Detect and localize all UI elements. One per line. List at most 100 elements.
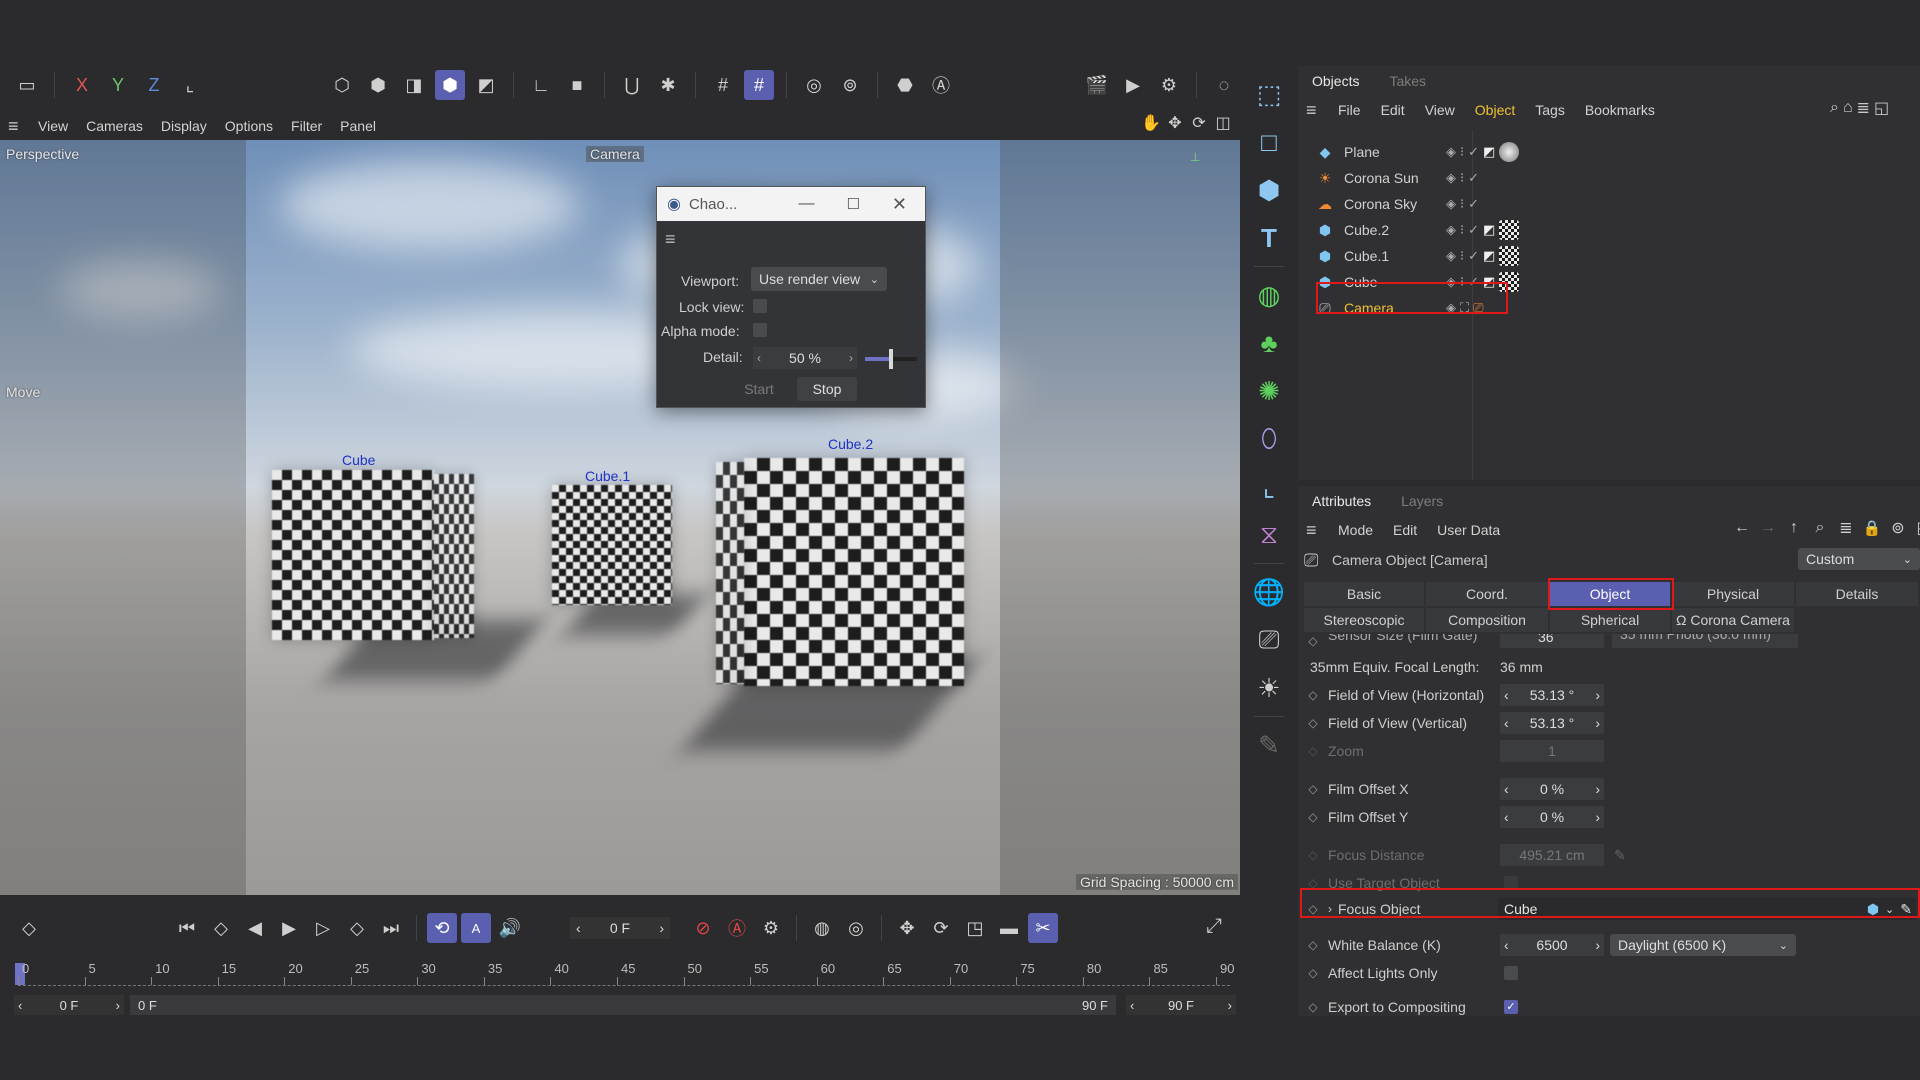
snap-settings-icon[interactable]: ✱ xyxy=(653,70,683,100)
increment-icon[interactable]: › xyxy=(659,920,664,936)
select-tool-icon[interactable]: ⬚ xyxy=(1249,74,1289,114)
parameter-key-icon[interactable]: ▬ xyxy=(994,913,1024,943)
rotate-view-icon[interactable]: ⟳ xyxy=(1188,112,1210,134)
keyframe-diamond-icon[interactable]: ◇ xyxy=(1298,966,1328,980)
environment-icon[interactable]: 🌐 xyxy=(1249,572,1289,612)
menu-view[interactable]: View xyxy=(38,118,68,134)
enabled-check-icon[interactable]: ✓ xyxy=(1468,248,1479,264)
previous-key-icon[interactable]: ◇ xyxy=(206,913,236,943)
filter-icon[interactable]: ≣ xyxy=(1857,98,1870,118)
menu-edit[interactable]: Edit xyxy=(1393,522,1417,538)
pan-icon[interactable]: ✋ xyxy=(1140,112,1162,134)
decrement-icon[interactable]: ‹ xyxy=(1504,809,1509,825)
phong-tag-icon[interactable]: ◩ xyxy=(1483,222,1495,238)
material-tag-icon[interactable] xyxy=(1499,142,1520,162)
move-view-icon[interactable]: ✥ xyxy=(1164,112,1186,134)
menu-edit[interactable]: Edit xyxy=(1381,102,1405,118)
timeline-graph-icon[interactable]: ⤢ xyxy=(1206,915,1222,938)
increment-icon[interactable]: › xyxy=(116,998,120,1013)
menu-filter[interactable]: Filter xyxy=(291,118,322,134)
cube-mesh[interactable] xyxy=(272,470,434,640)
layer-icon[interactable]: ◈ xyxy=(1446,144,1456,160)
filter-icon[interactable]: ≣ xyxy=(1834,516,1858,540)
minimize-icon[interactable]: — xyxy=(798,195,814,213)
decrement-icon[interactable]: ‹ xyxy=(18,998,22,1013)
3d-viewport[interactable]: Cube Cube.1 Cube.2 Perspective Camera Mo… xyxy=(0,140,1240,895)
alpha-mode-checkbox[interactable] xyxy=(753,323,767,337)
next-key-icon[interactable]: ◇ xyxy=(342,913,372,943)
sensor-size-field[interactable]: 36 xyxy=(1500,634,1604,648)
phong-tag-icon[interactable]: ◩ xyxy=(1483,248,1495,264)
object-row-plane[interactable]: ◆ Plane ◈ ⁝ ✓ ◩ xyxy=(1316,140,1520,164)
decrement-icon[interactable]: ‹ xyxy=(1504,937,1509,953)
visibility-icon[interactable]: ⁝ xyxy=(1460,222,1464,238)
decrement-icon[interactable]: ‹ xyxy=(1504,687,1509,703)
increment-icon[interactable]: › xyxy=(1595,687,1600,703)
go-to-end-icon[interactable]: ⏭ xyxy=(376,913,406,943)
toggle-layout-icon[interactable]: ◫ xyxy=(1212,112,1234,134)
increment-icon[interactable]: › xyxy=(1595,715,1600,731)
volume-icon[interactable]: ⧖ xyxy=(1249,515,1289,555)
sound-icon[interactable]: 🔊 xyxy=(495,913,525,943)
axis-mode-icon[interactable]: ∟ xyxy=(526,70,556,100)
mograph-cloner-icon[interactable]: ♣ xyxy=(1249,323,1289,363)
field-icon[interactable]: ⌞ xyxy=(1249,467,1289,507)
increment-icon[interactable]: › xyxy=(1595,937,1600,953)
phong-tag-icon[interactable]: ◩ xyxy=(1483,144,1495,160)
enabled-check-icon[interactable]: ✓ xyxy=(1468,144,1479,160)
layer-icon[interactable]: ◈ xyxy=(1446,170,1456,186)
objects-menu-icon[interactable]: ≡ xyxy=(1306,100,1317,121)
render-view-icon[interactable]: 🎬 xyxy=(1082,70,1112,100)
tab-details[interactable]: Details xyxy=(1796,582,1918,606)
viewport-dropdown[interactable]: Use render view ⌄ xyxy=(751,267,887,291)
visibility-icon[interactable]: ⁝ xyxy=(1460,196,1464,212)
tab-objects[interactable]: Objects xyxy=(1312,73,1359,89)
render-picture-viewer-icon[interactable]: ▶ xyxy=(1118,70,1148,100)
back-arrow-icon[interactable]: ← xyxy=(1730,516,1754,540)
frame-ruler[interactable]: 0 5 10 15 20 25 30 35 40 45 50 55 60 65 70 75 80 85 90 xyxy=(15,955,1234,995)
white-balance-field[interactable]: ‹ 6500 › xyxy=(1500,934,1604,956)
next-frame-icon[interactable]: ▷ xyxy=(308,913,338,943)
preview-end-field[interactable]: ‹ 90 F › xyxy=(1126,995,1236,1015)
home-icon[interactable]: ⌂ xyxy=(1843,99,1853,117)
keyframe-diamond-icon[interactable]: ◇ xyxy=(1298,782,1328,796)
increment-icon[interactable]: › xyxy=(1595,781,1600,797)
paint-tool-icon[interactable]: ✎ xyxy=(1249,725,1289,765)
settings-icon[interactable]: ⊚ xyxy=(1886,516,1910,540)
fov-vertical-field[interactable]: ‹ 53.13 ° › xyxy=(1500,712,1604,734)
keyframe-settings-icon[interactable]: ⚙ xyxy=(756,913,786,943)
enabled-check-icon[interactable]: ✓ xyxy=(1468,196,1479,212)
workplane-icon[interactable]: ■ xyxy=(562,70,592,100)
menu-options[interactable]: Options xyxy=(225,118,273,134)
dialog-menu-icon[interactable]: ≡ xyxy=(665,229,676,250)
material-tag-icon[interactable] xyxy=(1499,220,1520,240)
stop-button[interactable]: Stop xyxy=(797,377,857,401)
detail-slider-handle[interactable] xyxy=(889,349,893,369)
keyframe-diamond-icon[interactable]: ◇ xyxy=(1298,938,1328,952)
detail-stepper[interactable]: ‹ 50 % › xyxy=(753,347,857,369)
keyframe-diamond-icon[interactable]: ◇ xyxy=(1298,810,1328,824)
enabled-check-icon[interactable]: ✓ xyxy=(1468,222,1479,238)
soft-selection-icon[interactable]: ◎ xyxy=(799,70,829,100)
menu-file[interactable]: File xyxy=(1338,102,1361,118)
dialog-titlebar[interactable]: ◉ Chao... — ☐ ✕ xyxy=(657,187,925,221)
effector-icon[interactable]: ✺ xyxy=(1249,371,1289,411)
coordinate-system-icon[interactable]: ⌞ xyxy=(175,70,205,100)
keyframe-diamond-icon[interactable]: ◇ xyxy=(1298,688,1328,702)
tab-basic[interactable]: Basic xyxy=(1304,582,1424,606)
menu-view[interactable]: View xyxy=(1425,102,1455,118)
menu-mode[interactable]: Mode xyxy=(1338,522,1373,538)
edges-mode-icon[interactable]: ⬢ xyxy=(363,70,393,100)
rectangle-spline-icon[interactable]: □ xyxy=(1249,122,1289,162)
white-balance-preset-dropdown[interactable]: Daylight (6500 K) ⌄ xyxy=(1610,934,1796,956)
lock-view-checkbox[interactable] xyxy=(753,299,767,313)
increment-icon[interactable]: › xyxy=(849,351,853,365)
close-icon[interactable]: ✕ xyxy=(892,194,907,215)
camera-tool-icon[interactable]: ⎚ xyxy=(1249,620,1289,660)
keyframe-diamond-icon[interactable]: ◇ xyxy=(1298,716,1328,730)
fov-horizontal-field[interactable]: ‹ 53.13 ° › xyxy=(1500,684,1604,706)
current-frame-field[interactable]: ‹ 0 F › xyxy=(570,917,670,939)
menu-cameras[interactable]: Cameras xyxy=(86,118,143,134)
previous-frame-icon[interactable]: ◀ xyxy=(240,913,270,943)
autokey-record-icon[interactable]: Ⓐ xyxy=(722,913,752,943)
